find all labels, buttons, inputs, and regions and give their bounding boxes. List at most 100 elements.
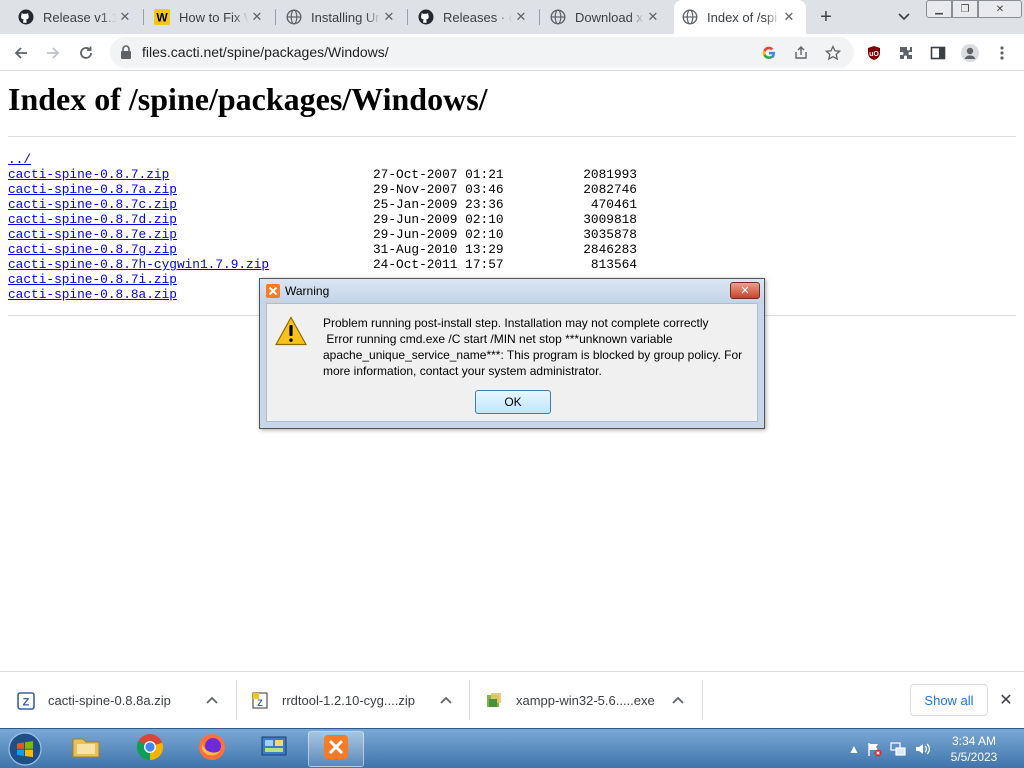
- network-icon[interactable]: [890, 741, 906, 757]
- show-all-button[interactable]: Show all: [910, 684, 988, 716]
- control-panel-taskbar-button[interactable]: [246, 731, 302, 767]
- file-link[interactable]: cacti-spine-0.8.7d.zip: [8, 212, 177, 227]
- close-icon[interactable]: ✕: [380, 8, 398, 26]
- system-clock[interactable]: 3:34 AM 5/5/2023: [936, 733, 1012, 765]
- list-item: ../: [8, 152, 269, 167]
- clock-time: 3:34 AM: [951, 734, 997, 748]
- profile-avatar-icon[interactable]: [957, 40, 983, 66]
- tab-releases[interactable]: Releases · ce ✕: [410, 0, 538, 34]
- file-link[interactable]: cacti-spine-0.8.7a.zip: [8, 182, 177, 197]
- share-icon[interactable]: [792, 44, 810, 62]
- ok-button[interactable]: OK: [475, 390, 551, 414]
- list-item: cacti-spine-0.8.8a.zip: [8, 287, 269, 302]
- reload-button[interactable]: [73, 40, 99, 66]
- list-item: cacti-spine-0.8.7i.zip: [8, 272, 269, 287]
- list-item: cacti-spine-0.8.7.zip 27-Oct-2007 01:21 20…: [8, 167, 637, 182]
- download-filename: rrdtool-1.2.10-cyg....zip: [282, 693, 415, 708]
- list-item: cacti-spine-0.8.7g.zip 31-Aug-2010 13:29 2…: [8, 242, 637, 257]
- file-link[interactable]: cacti-spine-0.8.7h-cygwin1.7.9.zip: [8, 257, 269, 272]
- file-link[interactable]: cacti-spine-0.8.7.zip: [8, 167, 169, 182]
- globe-icon: [286, 9, 302, 25]
- ublock-icon[interactable]: uO: [861, 40, 887, 66]
- file-link[interactable]: cacti-spine-0.8.7e.zip: [8, 227, 177, 242]
- explorer-taskbar-button[interactable]: [58, 731, 114, 767]
- chevron-up-icon[interactable]: [438, 692, 454, 708]
- zip-file-icon: Z: [16, 691, 36, 711]
- close-window-button[interactable]: ✕: [978, 0, 1022, 18]
- file-date: 24-Oct-2011 17:57: [373, 257, 504, 272]
- list-item: cacti-spine-0.8.7a.zip 29-Nov-2007 03:46 2…: [8, 182, 637, 197]
- file-link[interactable]: cacti-spine-0.8.7i.zip: [8, 272, 177, 287]
- warning-dialog: Warning ✕ Problem running post-install s…: [259, 278, 765, 429]
- file-date: 29-Nov-2007 03:46: [373, 182, 504, 197]
- side-panel-icon[interactable]: [925, 40, 951, 66]
- tab-index-active[interactable]: Index of /spi ✕: [674, 0, 806, 34]
- zip-file-icon: Z: [250, 691, 270, 711]
- dialog-message: Problem running post-install step. Insta…: [323, 315, 753, 379]
- new-tab-button[interactable]: +: [814, 5, 838, 29]
- list-item: cacti-spine-0.8.7d.zip 29-Jun-2009 02:10 3…: [8, 212, 637, 227]
- file-link[interactable]: cacti-spine-0.8.8a.zip: [8, 287, 177, 302]
- download-item[interactable]: xampp-win32-5.6.....exe: [484, 672, 702, 729]
- back-button[interactable]: [8, 40, 34, 66]
- minimize-button[interactable]: ▁: [926, 0, 952, 18]
- file-date: 29-Jun-2009 02:10: [373, 227, 504, 242]
- browser-toolbar: files.cacti.net/spine/packages/Windows/ …: [0, 34, 1024, 71]
- close-icon[interactable]: ✕: [248, 8, 266, 26]
- tab-title: Release v1.1: [43, 9, 116, 25]
- tab-download[interactable]: Download xa ✕: [542, 0, 670, 34]
- taskbar: ▲ 3:34 AM 5/5/2023: [0, 728, 1024, 768]
- extensions-icon[interactable]: [893, 40, 919, 66]
- close-icon[interactable]: ✕: [996, 690, 1016, 710]
- message-line: apache_unique_service_name***: This prog…: [323, 348, 743, 362]
- divider: [236, 680, 237, 720]
- parent-directory-link[interactable]: ../: [8, 152, 31, 167]
- close-icon[interactable]: ✕: [512, 8, 530, 26]
- start-button[interactable]: [4, 731, 46, 767]
- dialog-titlebar[interactable]: Warning ✕: [260, 279, 764, 303]
- chrome-taskbar-button[interactable]: [122, 731, 178, 767]
- dialog-body: Problem running post-install step. Insta…: [266, 303, 758, 422]
- url-text[interactable]: files.cacti.net/spine/packages/Windows/: [142, 44, 389, 60]
- tab-release[interactable]: Release v1.1 ✕: [10, 0, 142, 34]
- firefox-taskbar-button[interactable]: [184, 731, 240, 767]
- tab-separator: [275, 9, 276, 25]
- lock-icon[interactable]: [120, 45, 132, 64]
- download-item[interactable]: Z cacti-spine-0.8.8a.zip: [16, 672, 238, 729]
- file-size: 2082746: [583, 182, 637, 197]
- window-controls: ▁ ❐ ✕: [926, 0, 1022, 18]
- chevron-down-icon[interactable]: [894, 7, 914, 27]
- tab-separator: [539, 9, 540, 25]
- svg-text:W: W: [156, 11, 168, 25]
- file-size: 3035878: [583, 227, 637, 242]
- tab-separator: [407, 9, 408, 25]
- menu-icon[interactable]: [989, 40, 1015, 66]
- globe-icon: [550, 9, 566, 25]
- file-listing: ../ cacti-spine-0.8.7.zip 27-Oct-2007 01:…: [8, 152, 637, 302]
- chevron-up-icon[interactable]: [204, 692, 220, 708]
- file-size: 2081993: [583, 167, 637, 182]
- warning-icon: [274, 316, 308, 351]
- file-size: 813564: [590, 257, 637, 272]
- close-icon[interactable]: ✕: [644, 8, 662, 26]
- tab-how-to-fix[interactable]: W How to Fix W ✕: [146, 0, 274, 34]
- file-link[interactable]: cacti-spine-0.8.7g.zip: [8, 242, 177, 257]
- chevron-up-icon[interactable]: [670, 692, 686, 708]
- dialog-close-button[interactable]: ✕: [730, 282, 760, 299]
- xampp-taskbar-button[interactable]: [308, 731, 364, 767]
- close-icon[interactable]: ✕: [116, 8, 134, 26]
- tab-installing[interactable]: Installing Un ✕: [278, 0, 406, 34]
- download-item[interactable]: Z rrdtool-1.2.10-cyg....zip: [250, 672, 468, 729]
- star-icon[interactable]: [824, 44, 842, 62]
- message-line: Problem running post-install step. Insta…: [323, 316, 709, 330]
- action-center-flag-icon[interactable]: [866, 741, 882, 757]
- google-icon[interactable]: [760, 44, 778, 62]
- restore-button[interactable]: ❐: [952, 0, 978, 18]
- address-bar[interactable]: files.cacti.net/spine/packages/Windows/: [110, 37, 854, 68]
- file-size: 2846283: [583, 242, 637, 257]
- file-link[interactable]: cacti-spine-0.8.7c.zip: [8, 197, 177, 212]
- close-icon[interactable]: ✕: [780, 8, 798, 26]
- forward-button[interactable]: [40, 40, 66, 66]
- volume-icon[interactable]: [914, 741, 930, 757]
- tray-chevron-up-icon[interactable]: ▲: [846, 741, 862, 757]
